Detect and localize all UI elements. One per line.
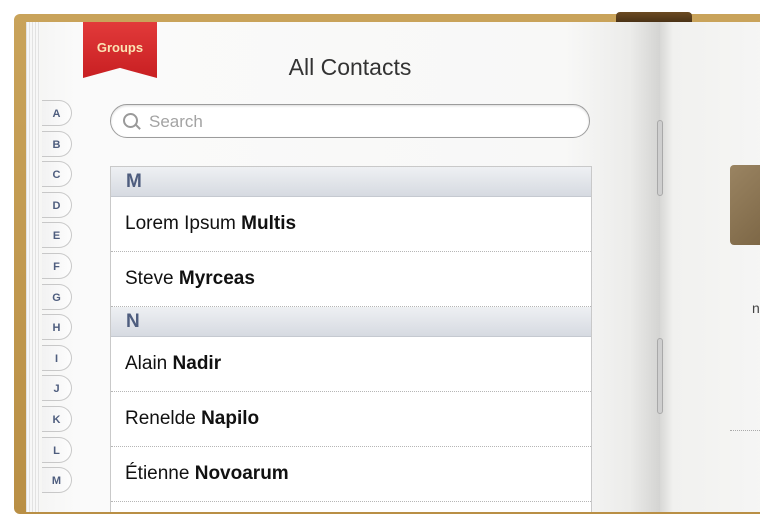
index-tab-j[interactable]: J — [42, 375, 72, 402]
contact-row[interactable]: Étienne Novoarum — [111, 447, 591, 502]
right-page-text: n — [752, 300, 760, 316]
contact-last-name: Napilo — [201, 408, 260, 429]
index-tab-b[interactable]: B — [42, 130, 72, 157]
right-page — [660, 22, 760, 512]
index-tab-c[interactable]: C — [42, 161, 72, 188]
contact-last-name: Nadir — [172, 353, 222, 374]
contact-first-name: Renelde — [125, 408, 196, 429]
contact-first-name: Alain — [125, 353, 168, 374]
spine-shadow — [630, 22, 660, 512]
contact-last-name: Multis — [241, 213, 297, 234]
search-input[interactable] — [147, 111, 581, 133]
index-tab-l[interactable]: L — [42, 436, 72, 463]
contact-row[interactable]: Lorem Ipsum Multis — [111, 197, 591, 252]
contact-last-name: Myrceas — [178, 268, 255, 289]
search-bar[interactable] — [110, 104, 590, 138]
index-tab-e[interactable]: E — [42, 222, 72, 249]
contact-first-name: Étienne — [125, 463, 190, 484]
contacts-list: M Lorem Ipsum Multis Steve Myrceas N Alain N… — [110, 166, 592, 512]
right-page-divider — [730, 430, 760, 431]
index-tab-m[interactable]: M — [42, 467, 72, 494]
index-tab-g[interactable]: G — [42, 283, 72, 310]
section-header-m: M — [111, 167, 591, 197]
page-edges — [26, 22, 40, 512]
index-tab-k[interactable]: K — [42, 406, 72, 432]
index-tab-f[interactable]: F — [42, 253, 72, 279]
contact-row[interactable]: Alain Nadir — [111, 337, 591, 392]
index-tab-i[interactable]: I — [42, 344, 72, 371]
scroll-indicator-bottom — [657, 338, 663, 414]
contact-last-name: Novoarum — [194, 463, 289, 484]
contact-row[interactable]: Steve Myrceas — [111, 252, 591, 307]
index-tab-d[interactable]: D — [42, 191, 72, 218]
index-tab-a[interactable]: A — [42, 100, 72, 126]
section-header-n: N — [111, 307, 591, 337]
contact-photo[interactable] — [730, 165, 760, 245]
scroll-indicator-top — [657, 120, 663, 196]
contact-first-name: Lorem Ipsum — [125, 213, 236, 234]
index-tab-h[interactable]: H — [42, 314, 72, 341]
page-title: All Contacts — [288, 54, 412, 80]
contact-first-name: Steve — [125, 268, 174, 289]
contact-row[interactable]: Renelde Napilo — [111, 392, 591, 447]
search-icon — [123, 113, 138, 128]
